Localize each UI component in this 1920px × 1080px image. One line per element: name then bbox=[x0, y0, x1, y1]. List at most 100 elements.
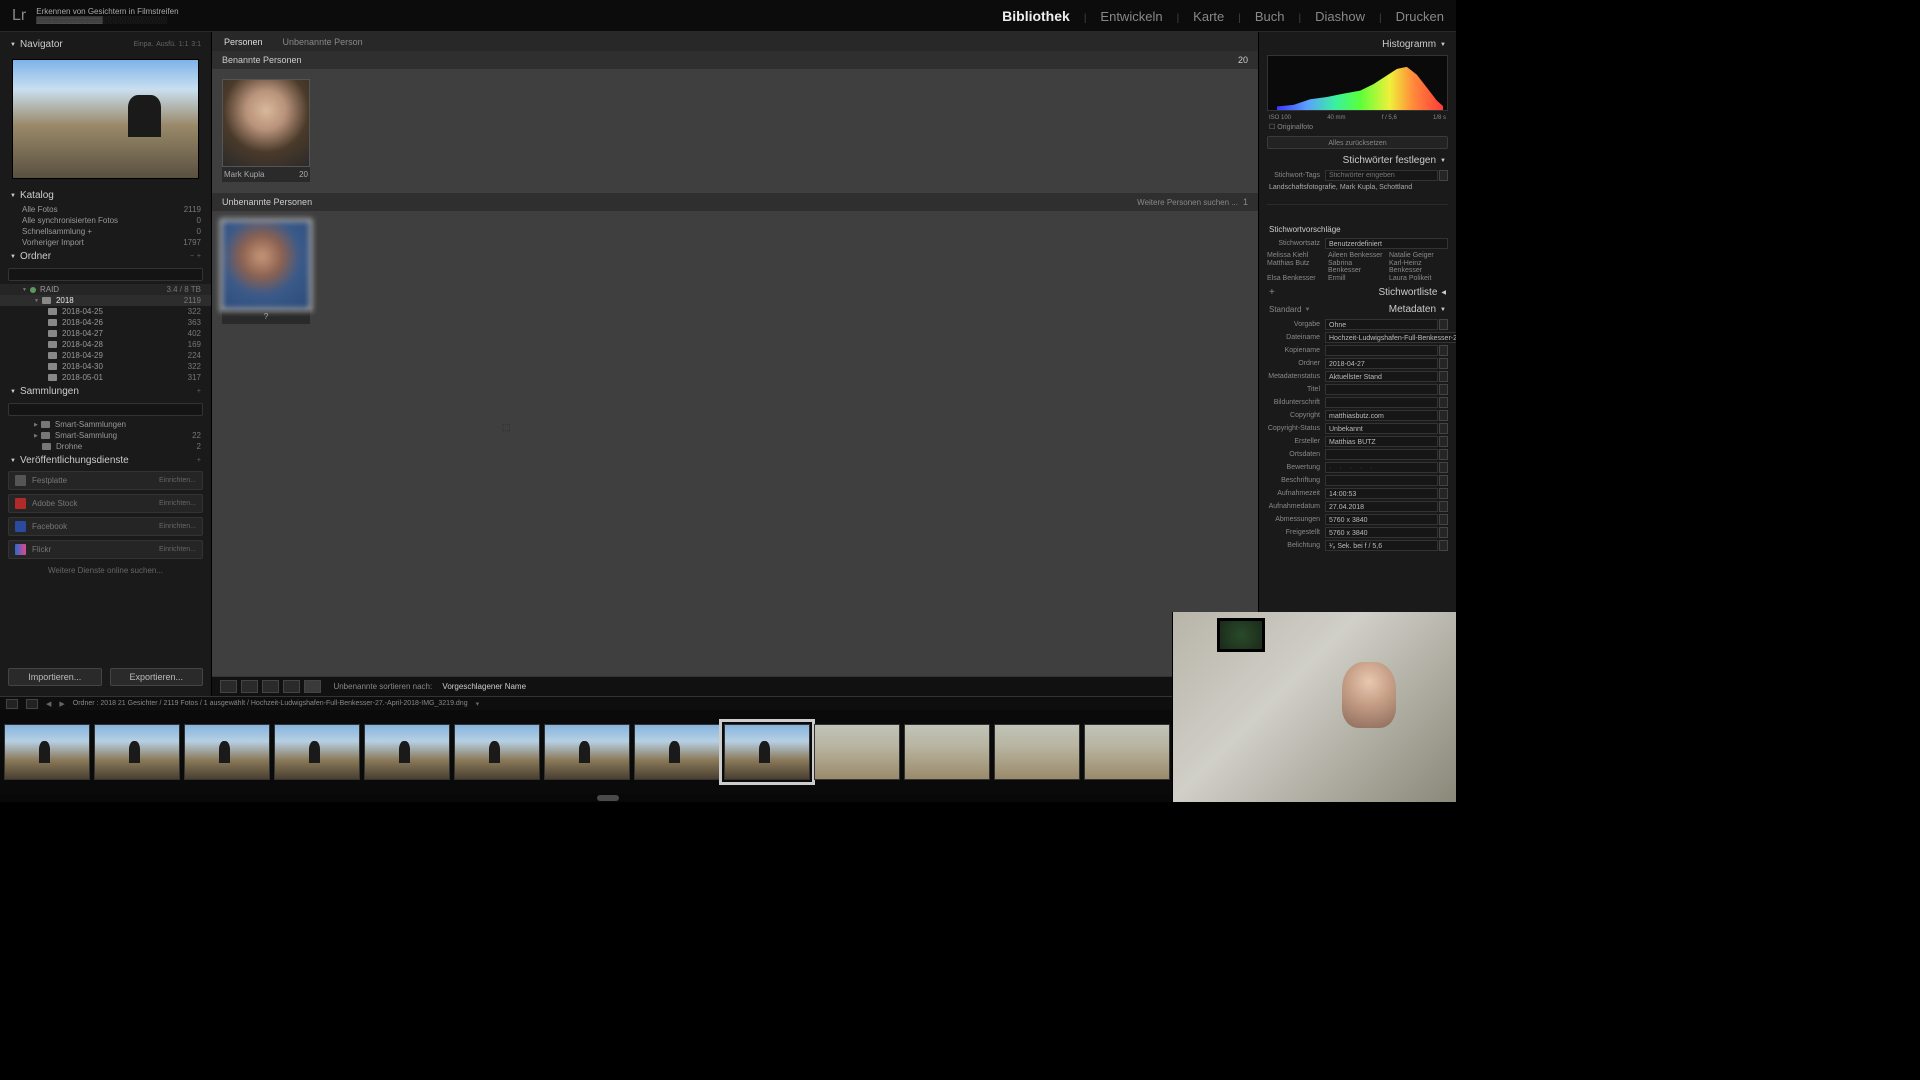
filmstrip-thumbnail[interactable] bbox=[364, 724, 450, 780]
folder-date[interactable]: 2018-04-29224 bbox=[0, 350, 211, 361]
metadata-value[interactable] bbox=[1325, 397, 1438, 408]
filmstrip-thumbnail[interactable] bbox=[454, 724, 540, 780]
view-grid-icon[interactable] bbox=[220, 680, 237, 693]
export-button[interactable]: Exportieren... bbox=[110, 668, 204, 686]
import-button[interactable]: Importieren... bbox=[8, 668, 102, 686]
metadata-value[interactable]: ¹⁄₈ Sek. bei f / 5,6 bbox=[1325, 540, 1438, 551]
folder-date[interactable]: 2018-04-27402 bbox=[0, 328, 211, 339]
folder-2018[interactable]: ▼20182119 bbox=[0, 295, 211, 306]
keyword-menu-icon[interactable] bbox=[1439, 170, 1448, 181]
sort-dropdown[interactable]: Vorgeschlagener Name bbox=[442, 682, 526, 691]
second-window-icon[interactable] bbox=[6, 699, 18, 709]
kw-suggestion[interactable]: Laura Polikeit bbox=[1389, 275, 1448, 282]
collection-plus[interactable]: + bbox=[197, 388, 201, 395]
metadata-header[interactable]: Standard▼Metadaten▼ bbox=[1259, 301, 1456, 318]
metadata-value[interactable]: Hochzeit-Ludwigshafen-Full-Benkesser-27.… bbox=[1325, 332, 1456, 343]
metadata-action-icon[interactable] bbox=[1439, 527, 1448, 538]
metadata-value[interactable]: · · · · · bbox=[1325, 462, 1438, 473]
filmstrip-thumbnail[interactable] bbox=[184, 724, 270, 780]
view-compare-icon[interactable] bbox=[262, 680, 279, 693]
person-face-thumbnail[interactable] bbox=[222, 79, 310, 167]
metadata-value[interactable]: 5760 x 3840 bbox=[1325, 514, 1438, 525]
filmstrip-thumbnail[interactable] bbox=[94, 724, 180, 780]
nav-fwd-icon[interactable]: ▶ bbox=[59, 700, 64, 708]
filmstrip-thumbnail[interactable] bbox=[274, 724, 360, 780]
keywordset-dropdown[interactable]: Benutzerdefiniert bbox=[1325, 238, 1448, 249]
histogram-chart[interactable] bbox=[1267, 55, 1448, 111]
metadata-value[interactable]: Ohne bbox=[1325, 319, 1438, 330]
metadata-action-icon[interactable] bbox=[1439, 345, 1448, 356]
keyword-input[interactable] bbox=[1325, 170, 1438, 181]
metadata-action-icon[interactable] bbox=[1439, 488, 1448, 499]
metadata-action-icon[interactable] bbox=[1439, 449, 1448, 460]
kw-suggestion[interactable]: Ermill bbox=[1328, 275, 1387, 282]
person-face-thumbnail[interactable] bbox=[222, 221, 310, 309]
collection-item[interactable]: ▶Smart-Sammlungen bbox=[0, 419, 211, 430]
module-book[interactable]: Buch bbox=[1255, 9, 1285, 24]
nav-zoom[interactable]: 3:1 bbox=[191, 41, 201, 48]
filmstrip-thumbnail[interactable] bbox=[904, 724, 990, 780]
metadata-action-icon[interactable] bbox=[1439, 501, 1448, 512]
catalog-previous-import[interactable]: Vorheriger Import1797 bbox=[0, 237, 211, 248]
folder-date[interactable]: 2018-05-01317 bbox=[0, 372, 211, 383]
metadata-value[interactable]: 27.04.2018 bbox=[1325, 501, 1438, 512]
navigator-header[interactable]: ▼ Navigator Einpa. Ausfü. 1:1 3:1 bbox=[0, 36, 211, 53]
module-print[interactable]: Drucken bbox=[1396, 9, 1444, 24]
metadata-value[interactable]: Unbekannt bbox=[1325, 423, 1438, 434]
volume-raid[interactable]: ▼RAID3.4 / 8 TB bbox=[0, 284, 211, 295]
catalog-quick[interactable]: Schnellsammlung +0 bbox=[0, 226, 211, 237]
metadata-value[interactable]: Aktuellster Stand bbox=[1325, 371, 1438, 382]
folders-header[interactable]: ▼Ordner− + bbox=[0, 248, 211, 265]
collections-header[interactable]: ▼Sammlungen+ bbox=[0, 383, 211, 400]
publish-adobestock[interactable]: Adobe StockEinrichten... bbox=[8, 494, 203, 513]
catalog-all-photos[interactable]: Alle Fotos2119 bbox=[0, 204, 211, 215]
nav-1to1[interactable]: 1:1 bbox=[179, 41, 189, 48]
navigator-preview[interactable] bbox=[12, 59, 199, 179]
unnamed-person-card[interactable]: ? bbox=[222, 221, 310, 324]
catalog-synced[interactable]: Alle synchronisierten Fotos0 bbox=[0, 215, 211, 226]
breadcrumb-current[interactable]: Unbenannte Person bbox=[283, 37, 363, 47]
folder-filter-input[interactable] bbox=[8, 268, 203, 281]
filmstrip-thumbnail[interactable] bbox=[814, 724, 900, 780]
metadata-action-icon[interactable] bbox=[1439, 462, 1448, 473]
filmstrip-thumbnail[interactable] bbox=[1084, 724, 1170, 780]
filmstrip-thumbnail[interactable] bbox=[544, 724, 630, 780]
module-library[interactable]: Bibliothek bbox=[1002, 8, 1070, 24]
metadata-action-icon[interactable] bbox=[1439, 358, 1448, 369]
histogram-header[interactable]: Histogramm▼ bbox=[1259, 36, 1456, 53]
find-more-people-link[interactable]: Weitere Personen suchen ... bbox=[1137, 198, 1238, 207]
module-slideshow[interactable]: Diashow bbox=[1315, 9, 1365, 24]
metadata-action-icon[interactable] bbox=[1439, 384, 1448, 395]
kw-suggestion[interactable]: Melissa Kiehl bbox=[1267, 252, 1326, 259]
kw-suggestion[interactable]: Matthias Butz bbox=[1267, 260, 1326, 274]
kw-suggestion[interactable]: Karl-Heinz Benkesser bbox=[1389, 260, 1448, 274]
nav-fit[interactable]: Einpa. bbox=[133, 41, 153, 48]
metadata-value[interactable] bbox=[1325, 384, 1438, 395]
named-person-card[interactable]: Mark Kupla20 bbox=[222, 79, 310, 183]
filmstrip-thumbnail[interactable] bbox=[634, 724, 720, 780]
metadata-action-icon[interactable] bbox=[1439, 475, 1448, 486]
metadata-value[interactable]: 5760 x 3840 bbox=[1325, 527, 1438, 538]
folder-date[interactable]: 2018-04-30322 bbox=[0, 361, 211, 372]
nav-back-icon[interactable]: ◀ bbox=[46, 700, 51, 708]
metadata-value[interactable]: 14:00:53 bbox=[1325, 488, 1438, 499]
scrollbar-handle[interactable] bbox=[597, 795, 619, 801]
publish-online-search[interactable]: Weitere Dienste online suchen... bbox=[0, 561, 211, 580]
keywordlist-header[interactable]: +Stichwortliste◀ bbox=[1259, 284, 1456, 301]
metadata-action-icon[interactable] bbox=[1439, 436, 1448, 447]
collection-item[interactable]: Drohne2 bbox=[0, 441, 211, 452]
kw-suggestion[interactable]: Elsa Benkesser bbox=[1267, 275, 1326, 282]
publish-header[interactable]: ▼Veröffentlichungsdienste+ bbox=[0, 452, 211, 469]
collection-filter-input[interactable] bbox=[8, 403, 203, 416]
filmstrip-thumbnail[interactable] bbox=[4, 724, 90, 780]
folder-date[interactable]: 2018-04-26363 bbox=[0, 317, 211, 328]
metadata-value[interactable] bbox=[1325, 475, 1438, 486]
metadata-action-icon[interactable] bbox=[1439, 319, 1448, 330]
metadata-action-icon[interactable] bbox=[1439, 540, 1448, 551]
nav-fill[interactable]: Ausfü. bbox=[156, 41, 176, 48]
catalog-header[interactable]: ▼Katalog bbox=[0, 187, 211, 204]
metadata-value[interactable]: 2018-04-27 bbox=[1325, 358, 1438, 369]
breadcrumb-root[interactable]: Personen bbox=[224, 37, 263, 47]
view-people-icon[interactable] bbox=[304, 680, 321, 693]
publish-harddisk[interactable]: FestplatteEinrichten... bbox=[8, 471, 203, 490]
